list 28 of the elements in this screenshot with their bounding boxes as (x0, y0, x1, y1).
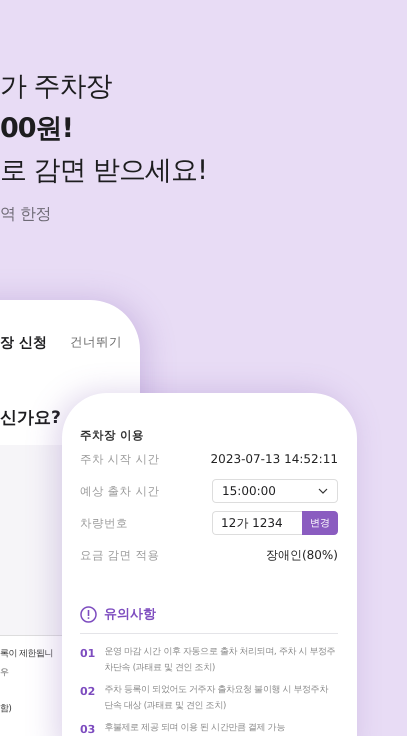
subtitle: 역 한정 (0, 204, 52, 225)
notice-text: 주차 등록이 되었어도 거주자 출차요청 불이행 시 부정주차 단속 대상 (과태료 및 견인 조치) (104, 684, 330, 713)
chevron-down-icon (318, 488, 328, 494)
skip-link[interactable]: 건너뛰기 (70, 334, 122, 356)
notice-title: 유의사항 (104, 606, 156, 623)
notice-number: 03 (80, 722, 96, 736)
notice-number: 01 (80, 646, 96, 662)
headline: 가 주차장 (0, 70, 113, 104)
field-label: 요금 감면 적용 (80, 548, 160, 562)
notice-text: 운영 마감 시간 이후 자동으로 출차 처리되며, 주차 시 부정주차단속 (과태료 및 견인 조치) (104, 646, 336, 675)
exclamation-icon (80, 606, 97, 622)
field-label: 차량번호 (80, 516, 128, 530)
change-button[interactable]: 변경 (302, 511, 338, 535)
note-text: 우 (0, 667, 8, 679)
field-label: 주차 시작 시간 (80, 452, 160, 466)
time-select[interactable]: 15:00:00 (212, 479, 338, 503)
note-text: 록이 제한됩니 (0, 648, 53, 660)
notice-number: 02 (80, 684, 96, 700)
headline: 00원! (0, 112, 74, 146)
field-value: 장애인(80%) (266, 546, 338, 564)
section-title: 주차장 이용 (80, 428, 146, 443)
question-text: 신가요? (0, 407, 62, 429)
field-label: 예상 출차 시간 (80, 484, 160, 498)
headline: 로 감면 받으세요! (0, 154, 207, 188)
field-value: 2023-07-13 14:52:11 (210, 452, 338, 466)
notice-text: 후불제로 제공 되며 이용 된 시간만큼 결제 가능 (104, 722, 286, 735)
note-text: 함) (0, 703, 12, 715)
screen-title: 장 신청 (0, 334, 47, 353)
